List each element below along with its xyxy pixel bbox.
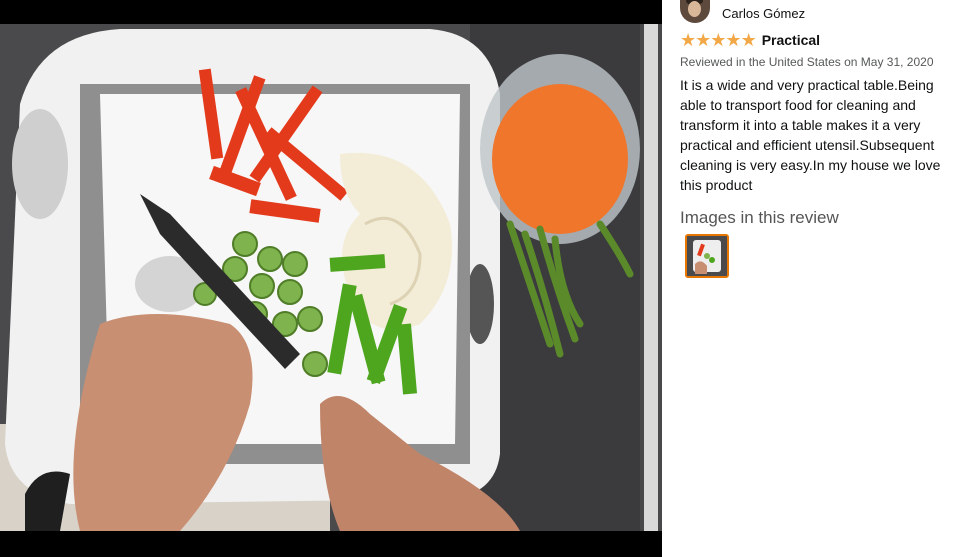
star-icon: ★ bbox=[695, 30, 711, 50]
thumbnail-image bbox=[687, 236, 727, 276]
rating-row: ★ ★ ★ ★ ★ Practical bbox=[680, 31, 820, 49]
image-viewer bbox=[0, 0, 662, 557]
reviewer-profile[interactable]: Carlos Gómez bbox=[680, 0, 805, 26]
next-image-edge[interactable] bbox=[640, 24, 662, 531]
review-photo[interactable] bbox=[0, 24, 662, 531]
review-body: It is a wide and very practical table.Be… bbox=[680, 77, 941, 193]
review-date: Reviewed in the United States on May 31,… bbox=[680, 55, 934, 69]
reviewer-name[interactable]: Carlos Gómez bbox=[722, 6, 805, 21]
images-heading: Images in this review bbox=[680, 208, 839, 227]
review-image-thumbnail[interactable] bbox=[685, 234, 729, 278]
avatar-face bbox=[688, 1, 701, 17]
review-title[interactable]: Practical bbox=[762, 32, 820, 48]
avatar[interactable] bbox=[680, 0, 710, 23]
star-icon: ★ bbox=[680, 30, 696, 50]
star-icon: ★ bbox=[725, 30, 741, 50]
star-icon: ★ bbox=[710, 30, 726, 50]
star-rating: ★ ★ ★ ★ ★ bbox=[680, 30, 757, 50]
star-icon: ★ bbox=[740, 30, 757, 50]
review-panel: Carlos Gómez ★ ★ ★ ★ ★ Practical Reviewe… bbox=[662, 0, 953, 557]
